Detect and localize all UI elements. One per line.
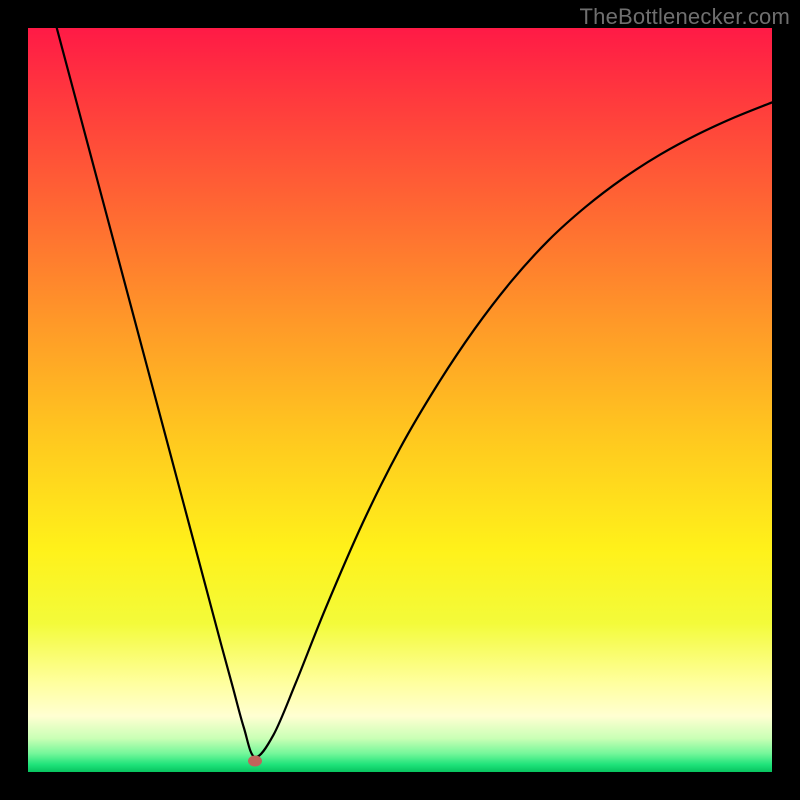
watermark-text: TheBottlenecker.com — [580, 4, 790, 30]
plot-area — [28, 28, 772, 772]
chart-container: TheBottlenecker.com — [0, 0, 800, 800]
background-gradient — [28, 28, 772, 772]
